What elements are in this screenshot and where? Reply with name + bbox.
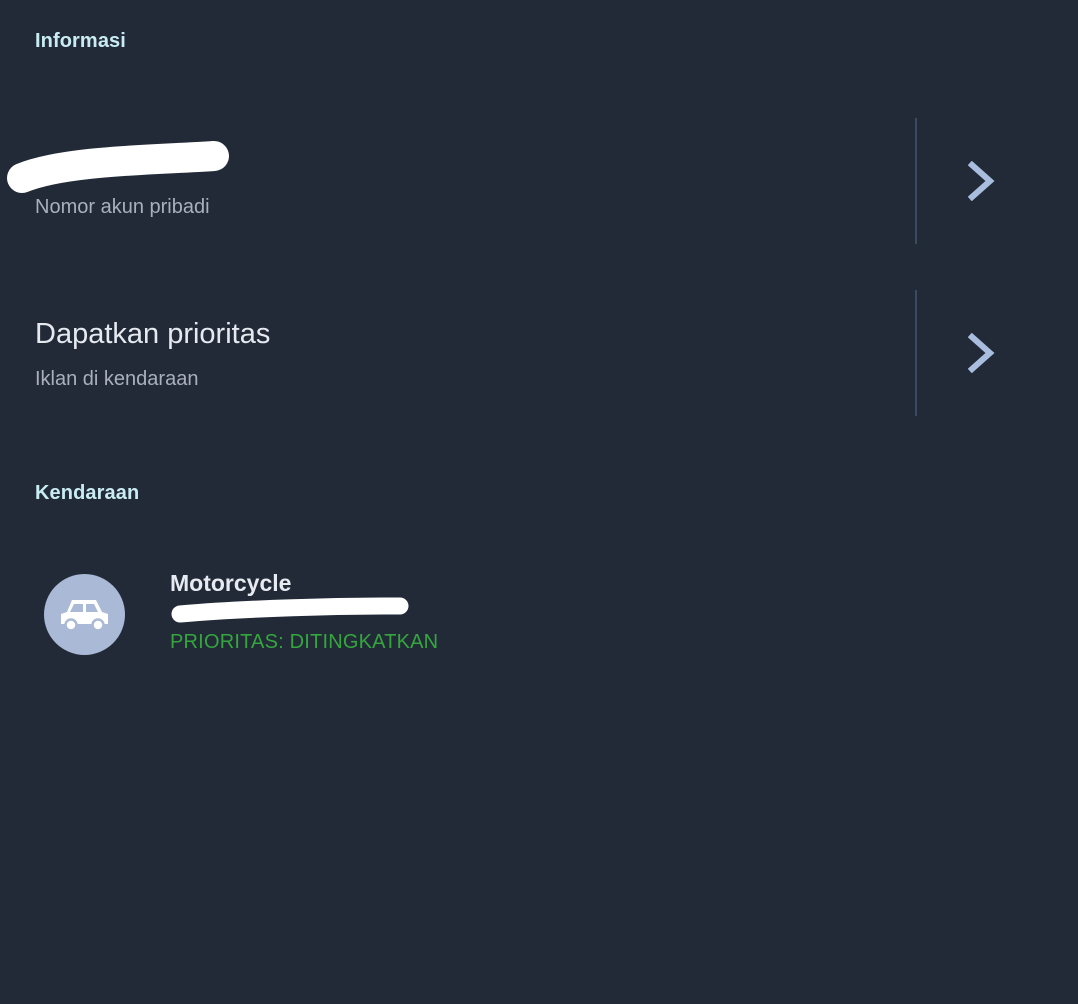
vehicle-name: Motorcycle <box>170 570 292 596</box>
redaction-scribble <box>7 141 229 193</box>
vehicle-priority-status: PRIORITAS: DITINGKATKAN <box>170 631 439 653</box>
row-divider <box>915 290 917 416</box>
get-priority-title: Dapatkan prioritas <box>35 318 271 350</box>
account-info-screen: Informasi Nomor akun pribadi Dapatkan pr… <box>0 0 1078 1004</box>
get-priority-subtitle: Iklan di kendaraan <box>35 368 199 390</box>
vehicle-avatar <box>44 574 125 655</box>
section-title-kendaraan: Kendaraan <box>35 482 140 504</box>
account-number-row[interactable]: Nomor akun pribadi <box>0 118 1078 244</box>
redaction-scribble <box>171 597 409 623</box>
row-divider <box>915 118 917 244</box>
get-priority-row[interactable]: Dapatkan prioritas Iklan di kendaraan <box>0 290 1078 416</box>
chevron-right-icon[interactable] <box>962 333 1002 373</box>
chevron-right-icon[interactable] <box>962 161 1002 201</box>
car-icon <box>61 600 108 632</box>
section-title-informasi: Informasi <box>35 30 126 52</box>
vehicle-list-item[interactable]: Motorcycle PRIORITAS: DITINGKATKAN <box>0 560 1078 670</box>
account-number-label: Nomor akun pribadi <box>35 196 210 218</box>
